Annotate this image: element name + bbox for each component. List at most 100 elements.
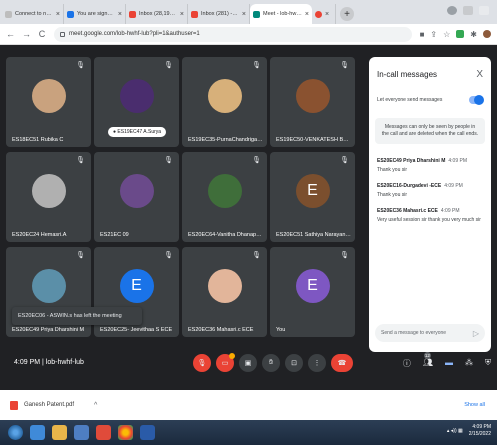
tray-time: 4:09 PM [472, 424, 491, 430]
leave-call-button[interactable]: ☎︎ [331, 354, 353, 372]
back-icon[interactable]: ← [6, 29, 15, 39]
chevron-up-icon[interactable]: ^ [94, 402, 97, 409]
participant-tile[interactable]: 🎙︎ ES21EC 09 [94, 152, 179, 242]
mic-off-icon: 🎙︎ [76, 252, 85, 259]
meet-icon [253, 10, 260, 18]
pdf-file-icon [10, 400, 18, 410]
mic-off-icon: 🎙︎ [252, 62, 261, 69]
browser-tab[interactable]: Inbox (281) - ecsy2@esec.ac.i× [188, 4, 250, 24]
send-icon[interactable]: ▷ [473, 329, 479, 338]
participant-tile[interactable]: 🎙︎ ES20EC24 Hemasri.A [6, 152, 91, 242]
new-tab-button[interactable]: + [340, 7, 354, 21]
participant-name: ES20EC51 Sathiya Narayanan t [276, 232, 351, 238]
close-tab-icon[interactable]: × [118, 11, 122, 18]
participant-name: ES19EC50-VENKATESH BABU... [276, 137, 351, 143]
participant-tile[interactable]: 🎙︎ ES19EC50-VENKATESH BABU... [270, 57, 355, 147]
ie-icon[interactable] [30, 425, 45, 440]
puzzle-icon[interactable]: ✱ [470, 30, 477, 39]
browser-tab-active[interactable]: Meet - lob-hwhf-lub× [250, 4, 312, 24]
avatar [119, 79, 154, 113]
mic-off-icon: 🎙︎ [164, 157, 173, 164]
share-icon[interactable]: ⇪ [430, 30, 437, 39]
browser-tab[interactable]: × [312, 4, 336, 24]
browser-tab[interactable]: Connect to network× [2, 4, 64, 24]
close-tab-icon[interactable]: × [56, 11, 60, 18]
close-tab-icon[interactable]: × [242, 11, 246, 18]
browser-tab[interactable]: Inbox (28,199) - × [126, 4, 188, 24]
window-close-icon[interactable] [479, 6, 489, 15]
avatar: E [295, 269, 330, 303]
media-player-icon[interactable] [74, 425, 89, 440]
more-options-button[interactable]: ⋮ [308, 354, 326, 372]
participant-tile[interactable]: 🎙︎ E ES20EC51 Sathiya Narayanan t [270, 152, 355, 242]
close-tab-icon[interactable]: × [305, 11, 309, 18]
mic-toggle-button[interactable]: 🎙︎ [193, 354, 211, 372]
extensions-area: ■ ⇪ ☆ ✱ [420, 29, 491, 39]
url-input[interactable]: meet.google.com/lob-hwhf-lub?pli=1&authu… [54, 26, 412, 42]
browser-tab[interactable]: You are signed in as es18ec17× [64, 4, 126, 24]
url-text: meet.google.com/lob-hwhf-lub?pli=1&authu… [69, 31, 200, 37]
participant-tile-self[interactable]: 🎙︎ E You [270, 247, 355, 337]
meeting-details: 4:09 PM | lob-hwhf-lub [14, 359, 84, 366]
chat-message-input[interactable]: Send a message to everyone ▷ [375, 324, 485, 342]
side-controls: ⓘ 12 👥︎ ▬ ⁂ ⛨ [403, 352, 491, 369]
profile-icon[interactable] [447, 6, 457, 15]
tab-label: Meet - lob-hwhf-lub [263, 11, 302, 17]
raise-hand-button[interactable]: ✋︎ [262, 354, 280, 372]
meeting-controls-bar: 4:09 PM | lob-hwhf-lub 🎙︎ ▭ ▣ ✋︎ ⊡ ⋮ ☎︎ … [0, 348, 497, 384]
participant-tile[interactable]: 🎙︎ ES20EC36 Mahasri.c ECE [182, 247, 267, 337]
start-button-icon[interactable] [8, 425, 23, 440]
panel-title: In-call messages [377, 70, 438, 79]
mic-off-icon: 🎙︎ [76, 157, 85, 164]
chat-icon[interactable]: ▬ [445, 358, 453, 369]
present-button[interactable]: ⊡ [285, 354, 303, 372]
close-icon[interactable]: X [476, 69, 483, 80]
people-icon: 👥︎ [422, 358, 433, 367]
app-icon[interactable] [96, 425, 111, 440]
participant-name: ES21EC 09 [100, 232, 129, 238]
message-text: Thank you sir [377, 167, 408, 173]
forward-icon[interactable]: → [22, 29, 31, 39]
chrome-icon[interactable] [118, 425, 133, 440]
send-messages-toggle[interactable] [469, 95, 484, 105]
avatar [119, 174, 154, 208]
reload-icon[interactable]: C [38, 29, 46, 39]
word-icon[interactable] [140, 425, 155, 440]
extension-icon[interactable] [456, 29, 465, 38]
participant-tile[interactable]: 🎙︎ ● ES19EC47 A.Surya [94, 57, 179, 147]
participant-tile[interactable]: 🎙︎ ES18EC51 Rubika C [6, 57, 91, 147]
message-time: 4:09 PM [440, 208, 460, 214]
captions-button[interactable]: ▣ [239, 354, 257, 372]
mic-off-icon: 🎙︎ [164, 62, 173, 69]
camera-toggle-button[interactable]: ▭ [216, 353, 235, 372]
warning-badge [229, 353, 235, 359]
info-icon[interactable]: ⓘ [403, 358, 411, 369]
participant-name: ES19EC47 A.Surya [117, 129, 162, 135]
download-item[interactable]: Ganesh Patent.pdf ^ [10, 400, 97, 410]
chat-notice: Messages can only be seen by people in t… [375, 118, 485, 144]
file-explorer-icon[interactable] [52, 425, 67, 440]
close-tab-icon[interactable]: × [180, 11, 184, 18]
avatar[interactable] [483, 29, 491, 38]
lock-icon [60, 31, 65, 37]
close-tab-icon[interactable]: × [325, 11, 329, 18]
show-all-link[interactable]: Show all [464, 402, 485, 408]
mic-off-icon: 🎙︎ [197, 360, 207, 367]
hand-icon: ✋︎ [269, 359, 273, 366]
avatar [207, 174, 242, 208]
star-icon[interactable]: ☆ [443, 30, 450, 39]
camera-off-icon: ▭ [221, 360, 229, 367]
system-tray: ▴ ◂)) ▦ 4:09 PM 2/15/2022 [447, 424, 491, 437]
people-button[interactable]: 12 👥︎ [422, 352, 433, 369]
os-taskbar: ▴ ◂)) ▦ 4:09 PM 2/15/2022 [0, 420, 497, 445]
camera-permission-icon[interactable]: ■ [420, 30, 425, 39]
minimize-icon[interactable] [463, 6, 473, 15]
tray-clock[interactable]: 4:09 PM 2/15/2022 [469, 424, 491, 437]
participant-tile[interactable]: 🎙︎ ES19EC35-PurnaChandrigaa. R [182, 57, 267, 147]
participant-tile[interactable]: 🎙︎ ES20EC64-Vanitha Dhanapal ... [182, 152, 267, 242]
activities-icon[interactable]: ⁂ [465, 358, 473, 369]
mic-off-icon: 🎙︎ [252, 157, 261, 164]
host-controls-icon[interactable]: ⛨ [485, 358, 491, 369]
window-controls [447, 6, 489, 15]
tray-icons[interactable]: ▴ ◂)) ▦ [447, 428, 463, 434]
